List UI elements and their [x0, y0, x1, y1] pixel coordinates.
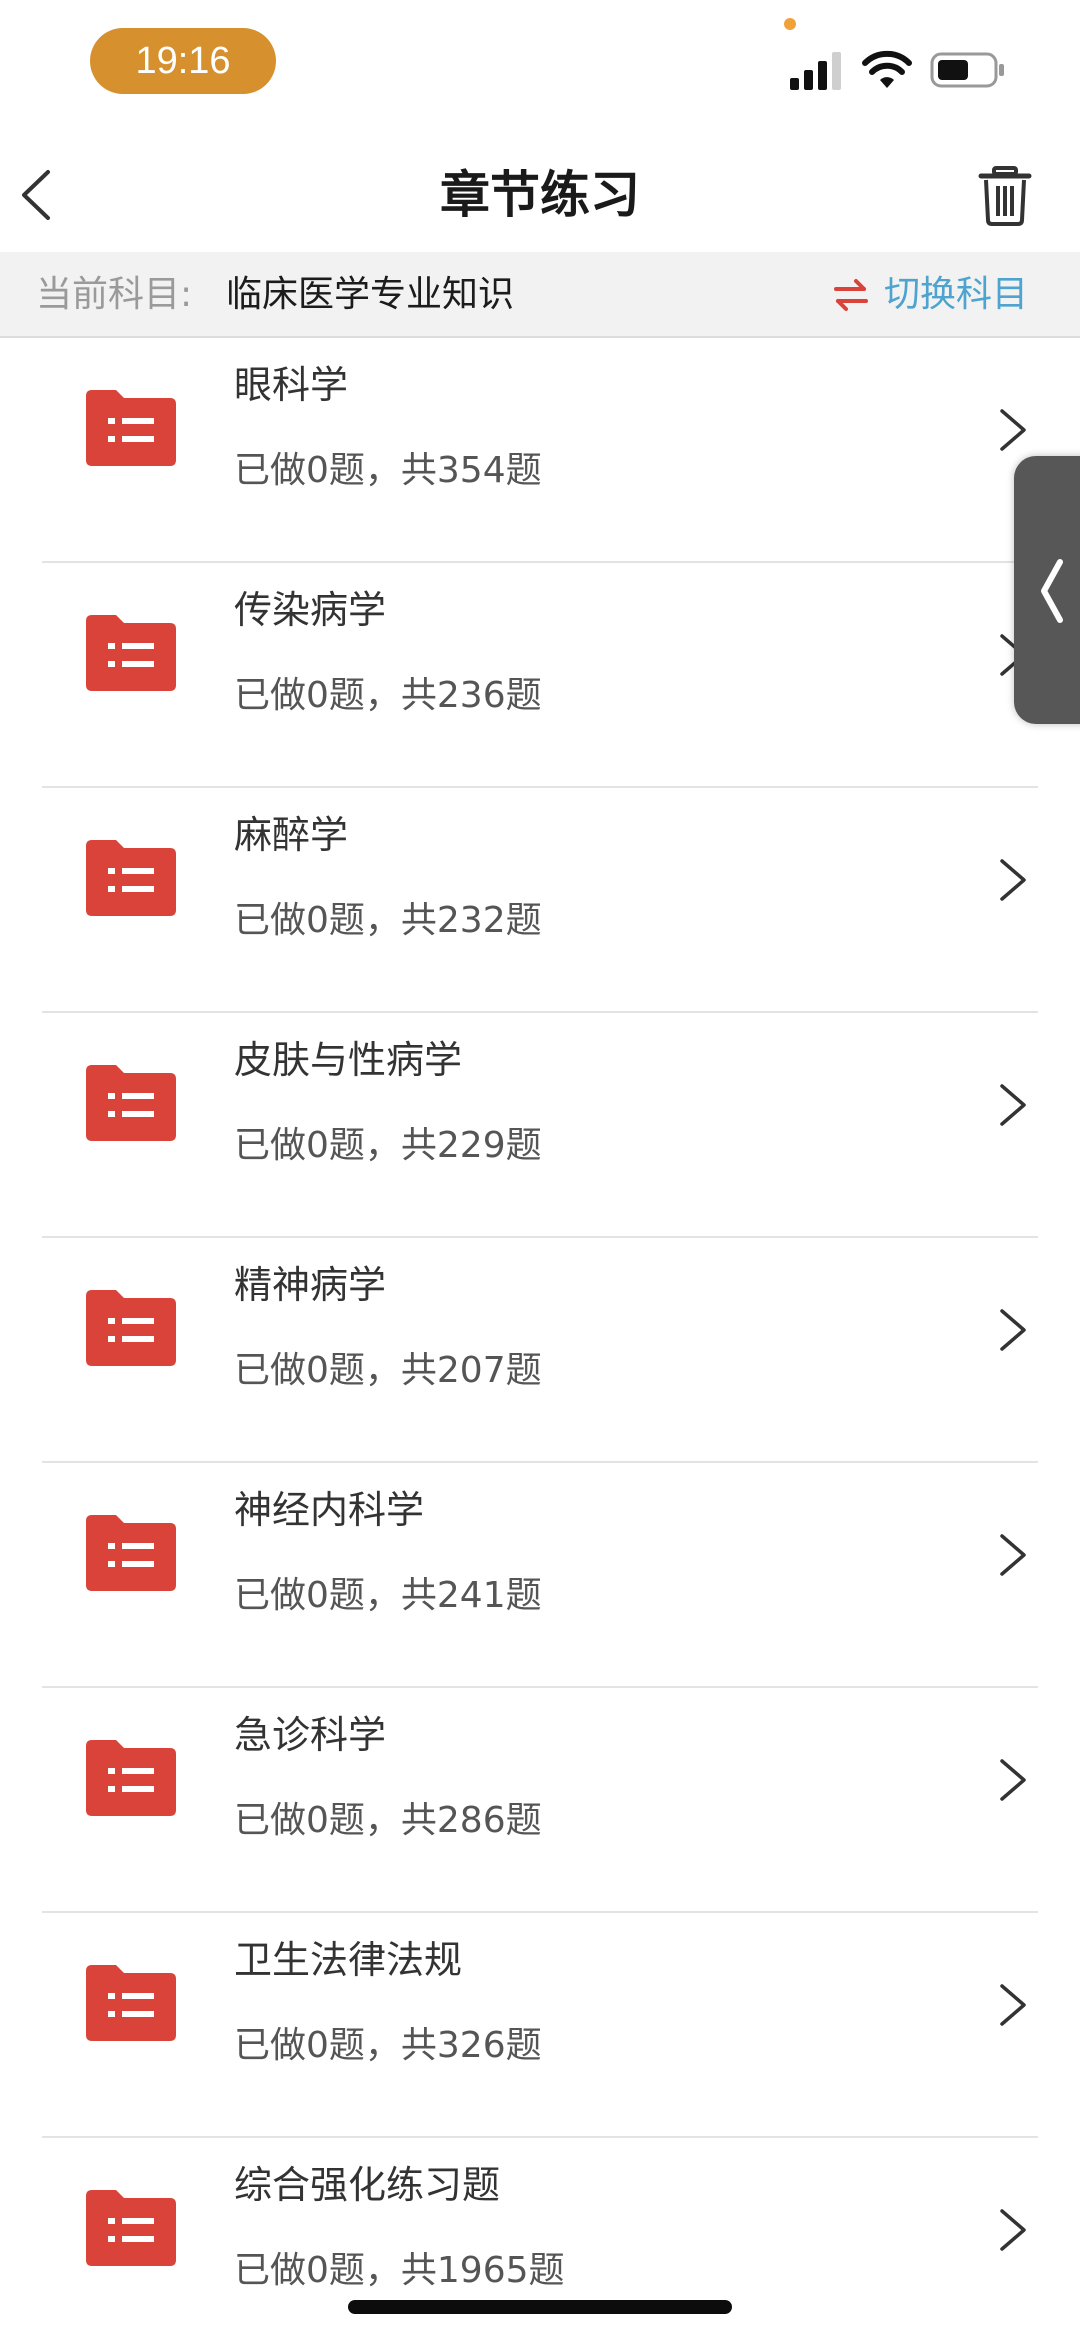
folder-list-icon [86, 1065, 176, 1141]
chapter-name: 精神病学 [234, 1263, 387, 1307]
folder-list-icon [86, 2190, 176, 2266]
current-subject-label: 当前科目: [36, 274, 193, 315]
screen: 19:16 章节练习 当前科目: 临床医学专业知识 切换科目 眼科学 已做0题，… [0, 0, 1080, 2337]
chapter-progress: 已做0题，共326题 [234, 2025, 542, 2066]
folder-list-icon [86, 1965, 176, 2041]
chapter-name: 综合强化练习题 [234, 2163, 501, 2207]
chevron-right-icon [1000, 1759, 1026, 1801]
folder-list-icon [86, 1740, 176, 1816]
chevron-right-icon [1000, 1534, 1026, 1576]
battery-icon [930, 52, 1004, 88]
chevron-right-icon [1000, 859, 1026, 901]
chapter-progress: 已做0题，共236题 [234, 675, 542, 716]
chevron-right-icon [1000, 1084, 1026, 1126]
chapter-item[interactable]: 眼科学 已做0题，共354题 [0, 338, 1080, 563]
trash-icon[interactable] [975, 160, 1035, 230]
chapter-list: 眼科学 已做0题，共354题 传染病学 已做0题，共236题 麻醉学 已做0题，… [0, 338, 1080, 2337]
folder-list-icon [86, 1515, 176, 1591]
cellular-signal-icon [790, 52, 841, 90]
folder-list-icon [86, 615, 176, 691]
swap-arrows-icon [833, 279, 868, 311]
chapter-item[interactable]: 急诊科学 已做0题，共286题 [0, 1688, 1080, 1913]
chapter-progress: 已做0题，共207题 [234, 1350, 542, 1391]
chapter-item[interactable]: 神经内科学 已做0题，共241题 [0, 1463, 1080, 1688]
chapter-item[interactable]: 精神病学 已做0题，共207题 [0, 1238, 1080, 1463]
privacy-indicator-dot [784, 18, 796, 30]
current-subject-value: 临床医学专业知识 [226, 274, 515, 315]
folder-list-icon [86, 1290, 176, 1366]
chapter-progress: 已做0题，共286题 [234, 1800, 542, 1841]
status-bar: 19:16 [0, 0, 1080, 120]
folder-list-icon [86, 390, 176, 466]
chapter-name: 神经内科学 [234, 1488, 425, 1532]
status-time: 19:16 [90, 28, 276, 94]
wifi-icon [862, 50, 912, 88]
chapter-name: 卫生法律法规 [234, 1938, 463, 1982]
floating-side-tab[interactable] [1014, 456, 1080, 724]
current-subject-bar: 当前科目: 临床医学专业知识 切换科目 [0, 252, 1080, 338]
switch-subject-button[interactable]: 切换科目 [832, 252, 1028, 338]
chapter-item[interactable]: 皮肤与性病学 已做0题，共229题 [0, 1013, 1080, 1238]
folder-list-icon [86, 840, 176, 916]
chapter-item[interactable]: 麻醉学 已做0题，共232题 [0, 788, 1080, 1013]
chapter-name: 传染病学 [234, 588, 387, 632]
chapter-progress: 已做0题，共1965题 [234, 2250, 565, 2291]
chapter-item[interactable]: 卫生法律法规 已做0题，共326题 [0, 1913, 1080, 2138]
chapter-name: 急诊科学 [234, 1713, 387, 1757]
chevron-left-icon [1041, 559, 1063, 623]
chevron-right-icon [1000, 1309, 1026, 1351]
chapter-item[interactable]: 传染病学 已做0题，共236题 [0, 563, 1080, 788]
page-title: 章节练习 [440, 166, 640, 224]
chapter-name: 皮肤与性病学 [234, 1038, 463, 1082]
chapter-name: 麻醉学 [234, 813, 349, 857]
home-indicator[interactable] [348, 2300, 732, 2314]
chapter-progress: 已做0题，共229题 [234, 1125, 542, 1166]
chapter-progress: 已做0题，共354题 [234, 450, 542, 491]
chapter-progress: 已做0题，共241题 [234, 1575, 542, 1616]
chapter-name: 眼科学 [234, 363, 349, 407]
navigation-bar: 章节练习 [0, 130, 1080, 250]
chevron-right-icon [1000, 409, 1026, 451]
chevron-right-icon [1000, 2209, 1026, 2251]
switch-subject-label: 切换科目 [883, 274, 1028, 315]
chapter-progress: 已做0题，共232题 [234, 900, 542, 941]
chevron-right-icon [1000, 1984, 1026, 2026]
